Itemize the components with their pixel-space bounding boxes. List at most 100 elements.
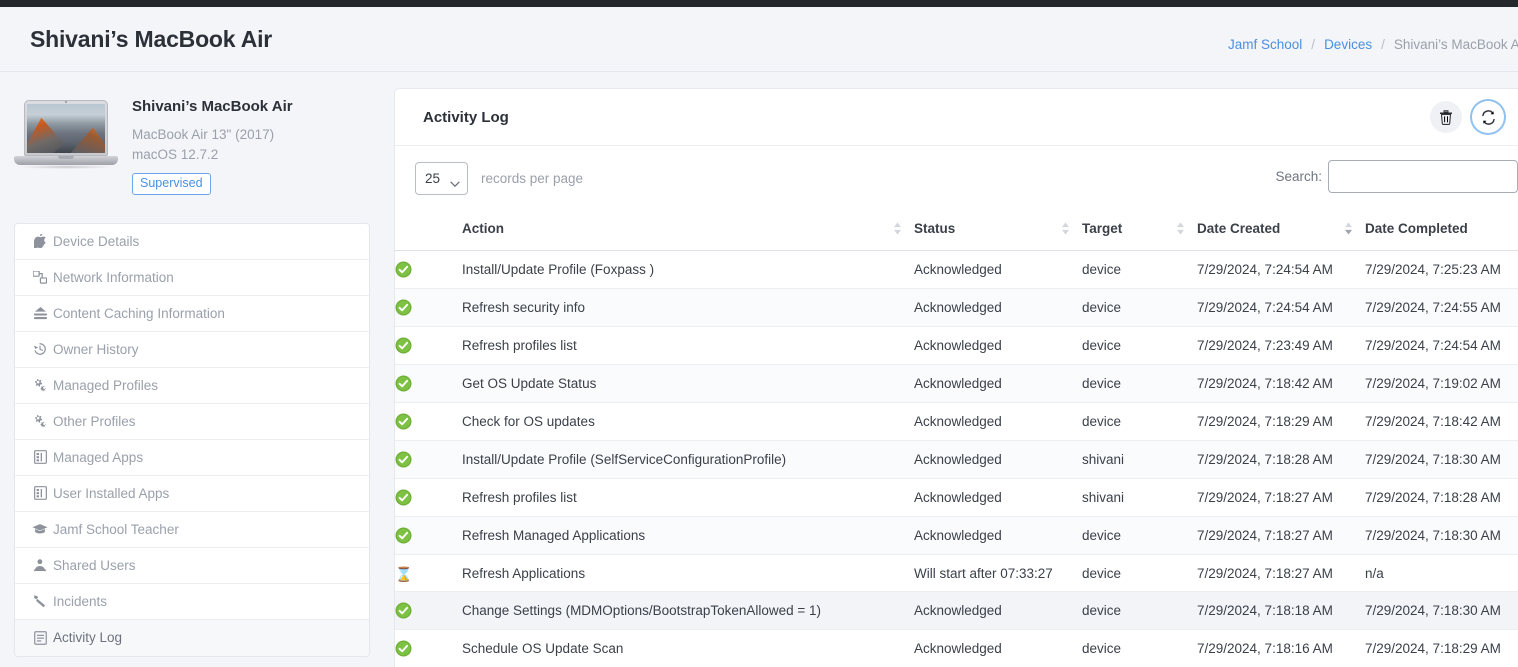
column-label: Status (914, 221, 956, 236)
row-status-icon-cell: ⌛ (395, 554, 462, 592)
device-model: MacBook Air 13" (2017) (132, 127, 275, 142)
page-title: Shivani’s MacBook Air (30, 25, 273, 52)
row-status-icon-cell (395, 516, 462, 555)
row-date-completed: 7/29/2024, 7:18:30 AM (1365, 516, 1518, 555)
table-row[interactable]: Refresh profiles list Acknowledged device 7… (395, 326, 1518, 365)
records-per-page-select[interactable]: 102550100 (415, 162, 468, 195)
row-action: Get OS Update Status (462, 364, 914, 403)
sidebar-item-network-information[interactable]: Network Information (15, 259, 369, 296)
breadcrumb-separator: / (1381, 37, 1385, 52)
table-row[interactable]: ⌛ Refresh Applications Will start after 07… (395, 554, 1518, 592)
row-target: device (1082, 326, 1197, 365)
row-status-icon-cell (395, 629, 462, 667)
row-status: Will start after 07:33:27 (914, 554, 1082, 592)
sidebar-item-owner-history[interactable]: Owner History (15, 331, 369, 368)
column-header-target[interactable]: Target (1082, 209, 1197, 251)
row-date-created: 7/29/2024, 7:18:16 AM (1197, 629, 1365, 667)
row-status: Acknowledged (914, 440, 1082, 479)
row-status-icon-cell (395, 364, 462, 403)
table-row[interactable]: Get OS Update Status Acknowledged device 7/… (395, 364, 1518, 403)
column-label: Action (462, 221, 504, 236)
apple-icon (29, 234, 51, 248)
breadcrumb-link-root[interactable]: Jamf School (1228, 37, 1302, 52)
table-row[interactable]: Install/Update Profile (SelfServiceConfi… (395, 440, 1518, 479)
row-date-created: 7/29/2024, 7:18:42 AM (1197, 364, 1365, 403)
search-input[interactable] (1328, 160, 1518, 193)
table-row[interactable]: Refresh security info Acknowledged device 7… (395, 288, 1518, 327)
device-sidebar: Shivani’s MacBook Air MacBook Air 13" (2… (0, 88, 394, 657)
success-check-icon (395, 261, 412, 278)
success-check-icon (395, 375, 412, 392)
page-body: Shivani’s MacBook Air MacBook Air 13" (2… (0, 72, 1518, 667)
row-date-completed: 7/29/2024, 7:25:23 AM (1365, 250, 1518, 289)
table-controls: 102550100 records per page Search: (395, 146, 1518, 209)
success-check-icon (395, 451, 412, 468)
table-row[interactable]: Schedule OS Update Scan Acknowledged devic… (395, 629, 1518, 667)
records-per-page-label: records per page (481, 171, 584, 186)
row-action: Install/Update Profile (Foxpass ) (462, 250, 914, 289)
row-date-created: 7/29/2024, 7:24:54 AM (1197, 250, 1365, 289)
sort-icon-active-desc (1344, 221, 1353, 238)
sidebar-item-content-caching-information[interactable]: Content Caching Information (15, 295, 369, 332)
sidebar-item-user-installed-apps[interactable]: User Installed Apps (15, 475, 369, 512)
delete-button[interactable] (1430, 101, 1462, 133)
row-action: Check for OS updates (462, 402, 914, 441)
column-label: Date Completed (1365, 221, 1468, 236)
row-status-icon-cell (395, 478, 462, 517)
column-label: Target (1082, 221, 1123, 236)
success-check-icon (395, 527, 412, 544)
column-header-action[interactable]: Action (462, 209, 914, 251)
pending-hourglass-icon: ⌛ (395, 566, 413, 582)
row-status: Acknowledged (914, 478, 1082, 517)
sidebar-item-incidents[interactable]: Incidents (15, 583, 369, 620)
sidebar-item-label: Shared Users (53, 557, 136, 573)
row-target: shivani (1082, 440, 1197, 479)
row-target: device (1082, 364, 1197, 403)
column-header-date-completed[interactable]: Date Completed (1365, 209, 1518, 251)
refresh-button[interactable] (1472, 101, 1504, 133)
row-date-completed: 7/29/2024, 7:18:29 AM (1365, 629, 1518, 667)
breadcrumb-separator: / (1311, 37, 1316, 52)
column-header-status[interactable]: Status (914, 209, 1082, 251)
graduation-cap-icon (29, 523, 51, 535)
table-row[interactable]: Change Settings (MDMOptions/BootstrapTok… (395, 591, 1518, 630)
sidebar-item-managed-apps[interactable]: Managed Apps (15, 439, 369, 476)
success-check-icon (395, 489, 412, 506)
row-status-icon-cell (395, 402, 462, 441)
row-status: Acknowledged (914, 629, 1082, 667)
row-date-completed: 7/29/2024, 7:18:30 AM (1365, 591, 1518, 630)
table-row[interactable]: Refresh Managed Applications Acknowledged… (395, 516, 1518, 555)
column-header-date-created[interactable]: Date Created (1197, 209, 1365, 251)
status-badge-supervised: Supervised (132, 173, 211, 195)
table-row[interactable]: Check for OS updates Acknowledged device 7/… (395, 402, 1518, 441)
sidebar-item-label: Network Information (53, 269, 174, 285)
row-target: device (1082, 629, 1197, 667)
sidebar-item-managed-profiles[interactable]: Managed Profiles (15, 367, 369, 404)
row-target: shivani (1082, 478, 1197, 517)
activity-log-card: Activity Log 102550100 (394, 88, 1518, 667)
row-date-created: 7/29/2024, 7:18:27 AM (1197, 516, 1365, 555)
row-action: Schedule OS Update Scan (462, 629, 914, 667)
row-action: Refresh profiles list (462, 326, 914, 365)
sidebar-item-label: Content Caching Information (53, 305, 225, 321)
shared-users-icon (29, 558, 51, 572)
table-row[interactable]: Install/Update Profile (Foxpass ) Acknowl… (395, 250, 1518, 289)
row-status-icon-cell (395, 591, 462, 630)
row-action: Refresh Managed Applications (462, 516, 914, 555)
macbook-air-thumbnail-icon (14, 90, 118, 174)
sidebar-item-device-details[interactable]: Device Details (15, 223, 369, 260)
table-body: Install/Update Profile (Foxpass ) Acknowl… (395, 250, 1518, 667)
sort-icon (1061, 221, 1070, 238)
sidebar-item-jamf-school-teacher[interactable]: Jamf School Teacher (15, 511, 369, 548)
breadcrumb-link-devices[interactable]: Devices (1324, 37, 1372, 52)
sidebar-item-other-profiles[interactable]: Other Profiles (15, 403, 369, 440)
sidebar-item-activity-log[interactable]: Activity Log (15, 619, 369, 656)
row-date-created: 7/29/2024, 7:24:54 AM (1197, 288, 1365, 327)
sidebar-item-shared-users[interactable]: Shared Users (15, 547, 369, 584)
device-name: Shivani’s MacBook Air (132, 98, 293, 115)
row-date-completed: 7/29/2024, 7:18:28 AM (1365, 478, 1518, 517)
table-row[interactable]: Refresh profiles list Acknowledged shivani… (395, 478, 1518, 517)
row-target: device (1082, 250, 1197, 289)
row-status: Acknowledged (914, 250, 1082, 289)
row-date-completed: n/a (1365, 554, 1518, 592)
